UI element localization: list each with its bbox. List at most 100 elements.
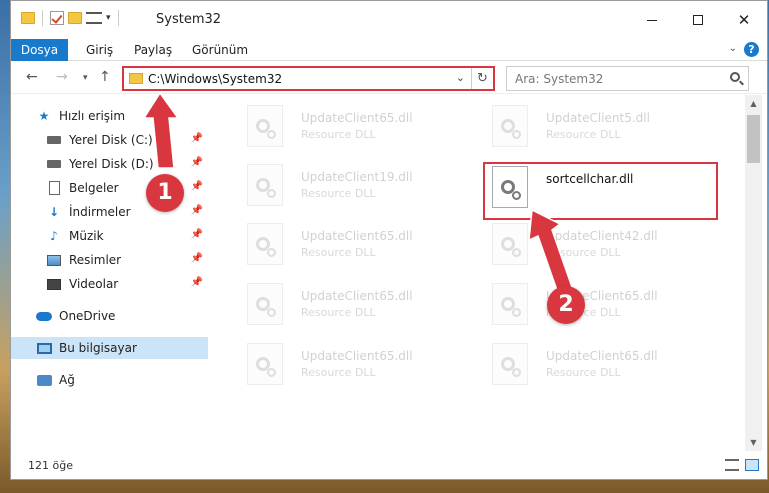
- toolbar-divider: [117, 10, 119, 26]
- tab-file[interactable]: Dosya: [11, 39, 68, 61]
- scroll-down-icon[interactable]: ▼: [745, 434, 762, 451]
- tab-home[interactable]: Giriş: [76, 39, 123, 61]
- sidebar-item-music[interactable]: ♪ Müzik 📌: [11, 225, 208, 247]
- file-type: Resource DLL: [301, 306, 376, 319]
- navigation-bar: ← → ▾ ↑ C:\Windows\System32 ⌄ ↻ Ara: Sys…: [11, 62, 767, 94]
- file-item[interactable]: UpdateClient42.dll Resource DLL: [474, 219, 704, 269]
- properties-check-icon[interactable]: [50, 11, 64, 25]
- sidebar-item-label: Müzik: [69, 229, 104, 243]
- folder-icon[interactable]: [21, 12, 35, 24]
- file-item[interactable]: UpdateClient65.dll Resource DLL: [229, 279, 459, 329]
- file-item[interactable]: UpdateClient65.dll Resource DLL: [229, 339, 459, 389]
- sidebar-item-label: Bu bilgisayar: [59, 341, 137, 355]
- search-box[interactable]: Ara: System32: [506, 66, 749, 91]
- sidebar-item-network[interactable]: Ağ: [11, 369, 208, 391]
- pin-icon[interactable]: 📌: [191, 133, 203, 144]
- scroll-thumb[interactable]: [747, 115, 760, 163]
- help-icon[interactable]: ?: [744, 42, 759, 57]
- sidebar-item-local-disk-d[interactable]: Yerel Disk (D:) 📌: [11, 153, 208, 175]
- dll-file-icon: [247, 223, 283, 265]
- file-item[interactable]: UpdateClient5.dll Resource DLL: [474, 101, 704, 151]
- address-bar[interactable]: C:\Windows\System32 ⌄ ↻: [122, 66, 495, 91]
- file-type: Resource DLL: [546, 128, 621, 141]
- search-icon[interactable]: [730, 72, 740, 82]
- dll-file-icon: [492, 343, 528, 385]
- vertical-scrollbar[interactable]: ▲ ▼: [745, 95, 762, 451]
- file-item[interactable]: UpdateClient65.dll Resource DLL: [474, 339, 704, 389]
- file-name: UpdateClient5.dll: [546, 111, 650, 125]
- disk-icon: [46, 157, 62, 171]
- maximize-icon: [693, 15, 703, 25]
- close-icon: ✕: [737, 11, 751, 29]
- pin-icon[interactable]: 📌: [191, 277, 203, 288]
- navigation-pane: ★ Hızlı erişim Yerel Disk (C:) 📌 Yerel D…: [11, 95, 208, 451]
- forward-arrow-icon[interactable]: →: [56, 69, 68, 85]
- tab-share[interactable]: Paylaş: [124, 39, 182, 61]
- file-item[interactable]: UpdateClient65.dll Resource DLL: [474, 279, 704, 329]
- tab-view[interactable]: Görünüm: [182, 39, 258, 61]
- file-item[interactable]: UpdateClient65.dll Resource DLL: [229, 219, 459, 269]
- music-icon: ♪: [50, 229, 58, 243]
- pin-icon[interactable]: 📌: [191, 205, 203, 216]
- back-arrow-icon[interactable]: ←: [26, 69, 38, 85]
- videos-icon: [46, 277, 62, 291]
- details-view-icon[interactable]: [725, 459, 739, 471]
- sidebar-item-this-pc[interactable]: Bu bilgisayar: [11, 337, 208, 359]
- sidebar-item-onedrive[interactable]: OneDrive: [11, 305, 208, 327]
- large-icons-view-icon[interactable]: [745, 459, 759, 471]
- customize-toolbar-chevron-icon[interactable]: ▾: [106, 13, 111, 23]
- close-button[interactable]: ✕: [721, 1, 767, 39]
- documents-icon: [46, 181, 62, 195]
- file-type: Resource DLL: [301, 246, 376, 259]
- pictures-icon: [46, 253, 62, 267]
- computer-icon: [36, 341, 52, 355]
- sidebar-item-label: Videolar: [69, 277, 119, 291]
- file-highlight-box: [483, 162, 718, 220]
- sidebar-item-videos[interactable]: Videolar 📌: [11, 273, 208, 295]
- dll-file-icon: [247, 105, 283, 147]
- refresh-icon[interactable]: ↻: [471, 68, 493, 89]
- file-name: UpdateClient42.dll: [546, 229, 658, 243]
- sidebar-item-pictures[interactable]: Resimler 📌: [11, 249, 208, 271]
- title-bar: ▾ System32 ✕: [11, 1, 767, 39]
- ribbon-tabs: Dosya Giriş Paylaş Görünüm ⌄ ?: [11, 39, 767, 61]
- pin-icon[interactable]: 📌: [191, 253, 203, 264]
- address-path[interactable]: C:\Windows\System32: [148, 72, 282, 86]
- pin-icon[interactable]: 📌: [191, 229, 203, 240]
- scroll-up-icon[interactable]: ▲: [745, 95, 762, 112]
- file-item[interactable]: UpdateClient19.dll Resource DLL: [229, 160, 459, 210]
- item-count: 121 öğe: [28, 459, 73, 472]
- file-type: Resource DLL: [546, 246, 621, 259]
- file-type: Resource DLL: [546, 366, 621, 379]
- file-name: UpdateClient65.dll: [546, 349, 658, 363]
- file-name: UpdateClient65.dll: [301, 349, 413, 363]
- sidebar-item-label: Yerel Disk (D:): [69, 157, 154, 171]
- explorer-window: ▾ System32 ✕ Dosya Giriş Paylaş Görünüm …: [10, 0, 768, 480]
- search-input[interactable]: Ara: System32: [515, 72, 603, 86]
- sidebar-item-quick-access[interactable]: ★ Hızlı erişim: [11, 105, 208, 127]
- file-name: UpdateClient65.dll: [301, 289, 413, 303]
- maximize-button[interactable]: [675, 1, 721, 39]
- sidebar-item-label: Belgeler: [69, 181, 119, 195]
- up-arrow-icon[interactable]: ↑: [99, 69, 111, 85]
- sidebar-item-label: Ağ: [59, 373, 75, 387]
- new-folder-icon[interactable]: [68, 12, 82, 24]
- minimize-icon: [647, 19, 657, 21]
- file-name: UpdateClient65.dll: [301, 111, 413, 125]
- sidebar-item-local-disk-c[interactable]: Yerel Disk (C:) 📌: [11, 129, 208, 151]
- pin-icon[interactable]: 📌: [191, 157, 203, 168]
- dll-file-icon: [492, 283, 528, 325]
- sidebar-item-label: Yerel Disk (C:): [69, 133, 153, 147]
- recent-locations-chevron-icon[interactable]: ▾: [83, 73, 88, 83]
- expand-ribbon-chevron-icon[interactable]: ⌄: [729, 43, 737, 54]
- pin-icon[interactable]: 📌: [191, 181, 203, 192]
- sidebar-item-label: Resimler: [69, 253, 122, 267]
- minimize-button[interactable]: [629, 1, 675, 39]
- step-2-badge: 2: [547, 286, 585, 324]
- file-item[interactable]: UpdateClient65.dll Resource DLL: [229, 101, 459, 151]
- sidebar-item-label: Hızlı erişim: [59, 109, 126, 123]
- address-history-chevron-icon[interactable]: ⌄: [456, 71, 465, 84]
- file-list: UpdateClient65.dll Resource DLL UpdateCl…: [209, 95, 745, 451]
- cloud-icon: [36, 309, 52, 323]
- properties-icon[interactable]: [86, 12, 102, 24]
